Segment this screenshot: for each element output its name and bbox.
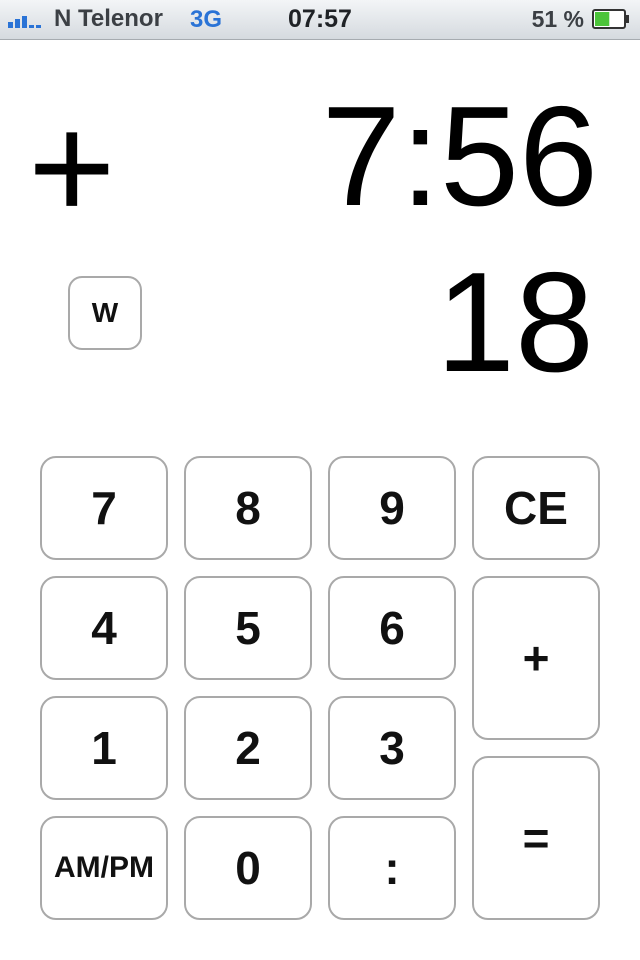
- key-7[interactable]: 7: [40, 456, 168, 560]
- key-8[interactable]: 8: [184, 456, 312, 560]
- key-5[interactable]: 5: [184, 576, 312, 680]
- key-6[interactable]: 6: [328, 576, 456, 680]
- key-4[interactable]: 4: [40, 576, 168, 680]
- key-0[interactable]: 0: [184, 816, 312, 920]
- w-button[interactable]: W: [68, 276, 142, 350]
- entry-display: 18: [436, 243, 594, 402]
- battery-icon: [592, 9, 629, 29]
- battery-percent: 51 %: [531, 6, 584, 32]
- key-1[interactable]: 1: [40, 696, 168, 800]
- key-9[interactable]: 9: [328, 456, 456, 560]
- status-bar: N Telenor 3G 07:57 51 %: [0, 0, 640, 40]
- equals-button[interactable]: =: [472, 756, 600, 920]
- clear-entry-button[interactable]: CE: [472, 456, 600, 560]
- time-display: 7:56: [321, 77, 598, 236]
- operator-display: +: [28, 83, 116, 251]
- plus-button[interactable]: +: [472, 576, 600, 740]
- colon-button[interactable]: :: [328, 816, 456, 920]
- key-3[interactable]: 3: [328, 696, 456, 800]
- key-2[interactable]: 2: [184, 696, 312, 800]
- ampm-button[interactable]: AM/PM: [40, 816, 168, 920]
